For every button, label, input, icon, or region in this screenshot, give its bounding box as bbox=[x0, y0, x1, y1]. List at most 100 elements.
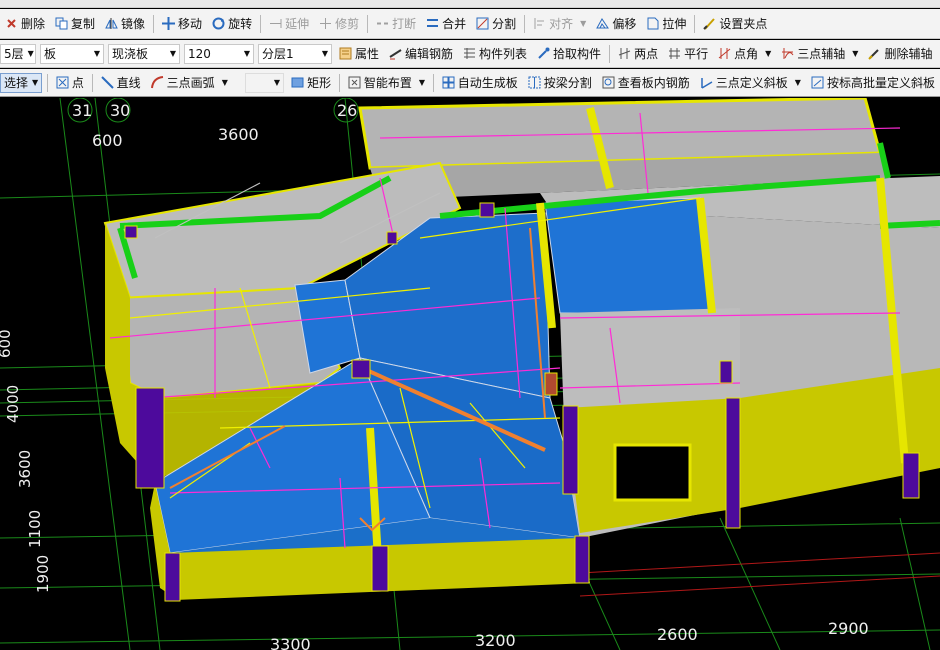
line-icon bbox=[100, 76, 114, 89]
arc-icon bbox=[150, 76, 164, 89]
dim-top-600: 600 bbox=[92, 131, 123, 150]
chevron-down-icon: ▼ bbox=[93, 49, 100, 58]
delete-axis-button[interactable]: 删除辅轴 bbox=[863, 43, 937, 65]
point-icon bbox=[56, 76, 69, 89]
move-button[interactable]: 移动 bbox=[157, 13, 207, 35]
chevron-down-icon: ▼ bbox=[765, 49, 772, 58]
dim-top-3600: 3600 bbox=[218, 125, 259, 144]
smart-layout-dropdown[interactable]: 智能布置 ▼ bbox=[343, 72, 430, 94]
chevron-down-icon: ▼ bbox=[169, 49, 176, 58]
separator bbox=[524, 14, 526, 33]
copy-button[interactable]: 复制 bbox=[50, 13, 100, 35]
rotate-button[interactable]: 旋转 bbox=[207, 13, 257, 35]
auto-slab-icon bbox=[442, 76, 455, 89]
parallel-icon bbox=[668, 47, 681, 60]
component-type-select[interactable]: 板 ▼ bbox=[40, 43, 104, 64]
stretch-button[interactable]: 拉伸 bbox=[641, 13, 691, 35]
top-menu-strip bbox=[0, 0, 940, 8]
subtype-select[interactable]: 现浇板 ▼ bbox=[108, 43, 180, 64]
separator bbox=[260, 14, 262, 33]
arc-draw-dropdown[interactable]: 三点画弧 ▼ bbox=[146, 72, 243, 94]
thickness-select[interactable]: 120 ▼ bbox=[184, 43, 254, 64]
set-grip-button[interactable]: 设置夹点 bbox=[698, 13, 772, 35]
model-canvas[interactable]: 31 30 26 600 3600 600 4000 3600 1100 190… bbox=[0, 98, 940, 650]
mirror-icon bbox=[105, 17, 118, 30]
floor-select[interactable]: 5层 ▼ bbox=[0, 43, 36, 64]
mirror-button[interactable]: 镜像 bbox=[100, 13, 150, 35]
chevron-down-icon: ▼ bbox=[243, 49, 250, 58]
three-point-axis-icon bbox=[781, 47, 794, 60]
rectangle-icon bbox=[291, 76, 304, 89]
break-button[interactable]: 打断 bbox=[371, 13, 421, 35]
arc-option-dropdown[interactable]: ▼ bbox=[245, 72, 285, 93]
offset-button[interactable]: 偏移 bbox=[591, 13, 641, 35]
edit-rebar-button[interactable]: 编辑钢筋 bbox=[384, 43, 458, 65]
two-points-axis-button[interactable]: 两点 bbox=[613, 43, 663, 65]
rotate-icon bbox=[212, 17, 225, 30]
separator bbox=[153, 14, 155, 33]
batch-slope-button[interactable]: 按标高批量定义斜板 bbox=[806, 72, 940, 94]
dim-bottom-2900: 2900 bbox=[828, 619, 869, 638]
copy-icon bbox=[55, 17, 68, 30]
chevron-down-icon: ▼ bbox=[852, 49, 859, 58]
draw-toolbar: 选择 ▼ 点 直线 三点画弧 ▼ ▼ 矩形 智能布置 ▼ 自动生成板 按梁分割 查看板… bbox=[0, 69, 940, 97]
chevron-down-icon: ▼ bbox=[221, 78, 228, 87]
offset-icon bbox=[596, 17, 610, 30]
separator bbox=[339, 73, 340, 92]
separator bbox=[433, 73, 434, 92]
move-icon bbox=[162, 17, 176, 30]
chevron-down-icon: ▼ bbox=[418, 78, 425, 87]
line-draw-button[interactable]: 直线 bbox=[96, 72, 146, 94]
batch-slope-icon bbox=[811, 76, 824, 89]
dim-left-4000: 4000 bbox=[4, 385, 22, 423]
layer-select[interactable]: 分层1 ▼ bbox=[258, 43, 332, 64]
separator bbox=[609, 44, 611, 63]
dim-bottom-3300: 3300 bbox=[270, 635, 311, 650]
trim-button[interactable]: 修剪 bbox=[314, 13, 364, 35]
grip-icon bbox=[703, 17, 716, 30]
split-icon bbox=[476, 17, 489, 30]
dim-left-600: 600 bbox=[0, 329, 14, 358]
slope-plate-right[interactable] bbox=[544, 197, 711, 314]
extend-button[interactable]: 延伸 bbox=[264, 13, 314, 35]
parallel-axis-button[interactable]: 平行 bbox=[663, 43, 713, 65]
separator bbox=[694, 14, 696, 33]
trim-icon bbox=[319, 17, 332, 30]
auto-generate-slab-button[interactable]: 自动生成板 bbox=[437, 72, 523, 94]
select-tool-dropdown[interactable]: 选择 ▼ bbox=[0, 72, 43, 93]
point-angle-axis-button[interactable]: 点角 ▼ bbox=[713, 43, 776, 65]
properties-button[interactable]: 属性 bbox=[334, 43, 384, 65]
split-button[interactable]: 分割 bbox=[471, 13, 521, 35]
align-icon bbox=[533, 17, 546, 30]
point-angle-icon bbox=[718, 47, 731, 60]
separator bbox=[367, 14, 369, 33]
dim-bottom-3200: 3200 bbox=[475, 631, 516, 650]
dim-bottom-2600: 2600 bbox=[657, 625, 698, 644]
align-dropdown[interactable]: 对齐 ▼ bbox=[528, 13, 591, 35]
dim-left-1100: 1100 bbox=[26, 510, 44, 548]
stretch-icon bbox=[646, 17, 659, 30]
split-by-beam-button[interactable]: 按梁分割 bbox=[523, 72, 597, 94]
opening bbox=[613, 443, 692, 502]
3d-model-viewport[interactable]: 31 30 26 600 3600 600 4000 3600 1100 190… bbox=[0, 98, 940, 650]
list-icon bbox=[463, 47, 476, 60]
three-point-axis-button[interactable]: 三点辅轴 ▼ bbox=[776, 43, 863, 65]
dim-left-3600: 3600 bbox=[16, 450, 34, 488]
chevron-down-icon: ▼ bbox=[27, 49, 34, 58]
three-point-slope-dropdown[interactable]: 三点定义斜板 ▼ bbox=[695, 72, 806, 94]
rect-draw-button[interactable]: 矩形 bbox=[286, 72, 336, 94]
separator bbox=[91, 73, 93, 92]
merge-button[interactable]: 合并 bbox=[421, 13, 471, 35]
separator bbox=[47, 73, 48, 92]
pick-component-button[interactable]: 拾取构件 bbox=[532, 43, 606, 65]
smart-layout-icon bbox=[348, 76, 361, 89]
two-points-icon bbox=[618, 47, 631, 60]
component-list-button[interactable]: 构件列表 bbox=[458, 43, 532, 65]
point-draw-button[interactable]: 点 bbox=[51, 72, 89, 94]
delete-button[interactable]: 删除 bbox=[0, 13, 50, 35]
view-slab-rebar-button[interactable]: 查看板内钢筋 bbox=[597, 72, 695, 94]
axis-label-31: 31 bbox=[72, 101, 92, 120]
eraser-icon bbox=[868, 47, 881, 60]
slope-icon bbox=[700, 76, 713, 89]
delete-icon bbox=[5, 17, 18, 30]
